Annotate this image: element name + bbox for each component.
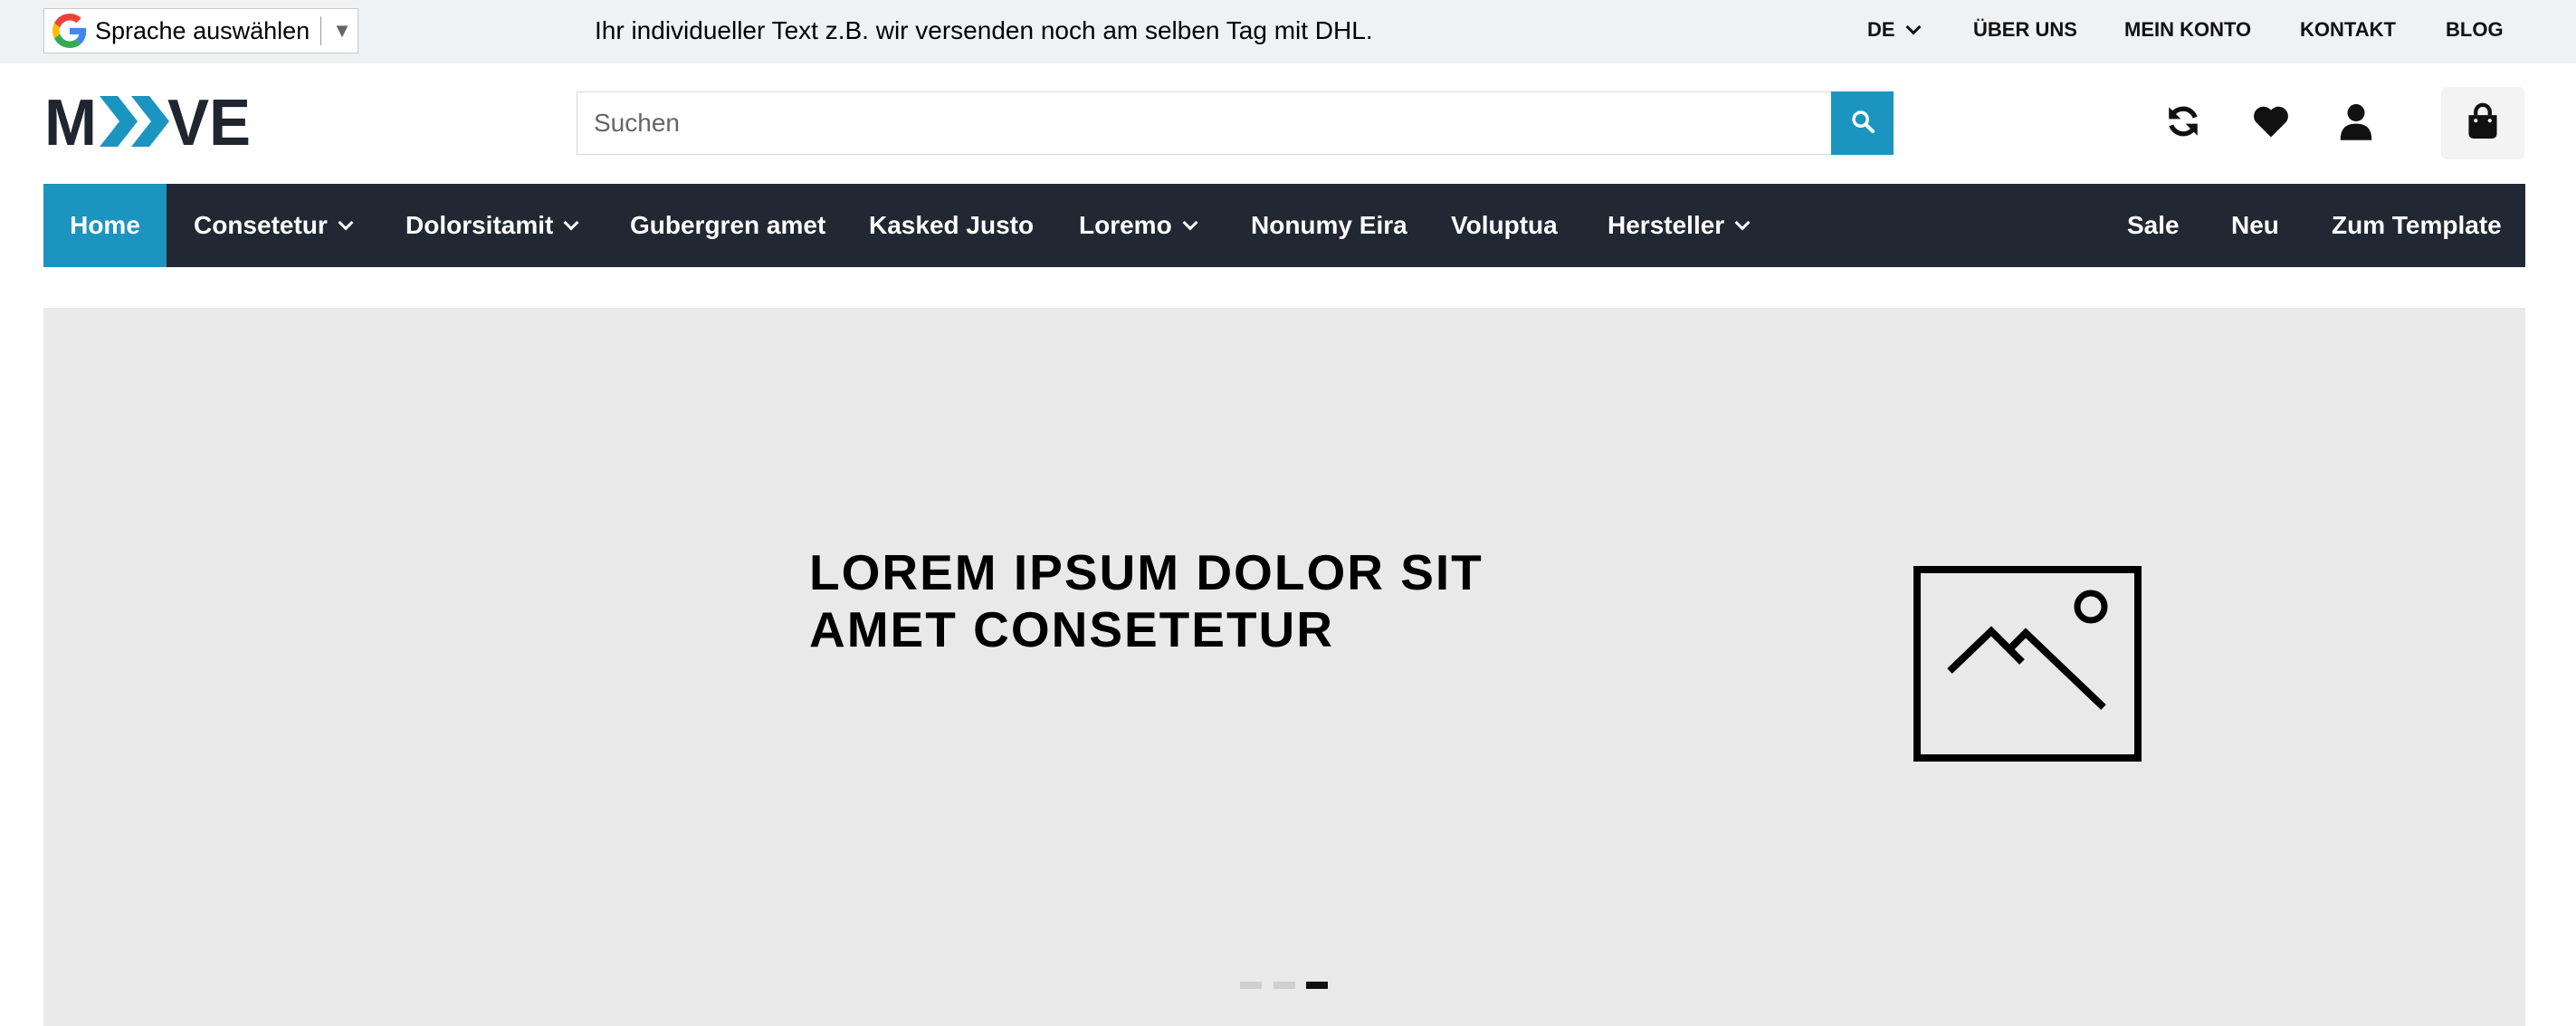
chevron-down-icon: [1182, 215, 1198, 231]
language-label: DE: [1867, 18, 1895, 41]
account-button[interactable]: [2334, 101, 2378, 145]
top-link-blog[interactable]: BLOG: [2446, 18, 2504, 42]
nav-item-voluptua[interactable]: Voluptua: [1451, 184, 1558, 267]
nav-item-hersteller[interactable]: Hersteller: [1608, 184, 1751, 267]
heart-icon: [2252, 103, 2290, 144]
nav-item-label: Hersteller: [1608, 211, 1725, 239]
chevron-down-icon: [338, 215, 354, 231]
nav-item-zum-template[interactable]: Zum Template: [2332, 184, 2502, 267]
site-logo[interactable]: M VE: [44, 87, 251, 159]
slider-dot-3[interactable]: [1306, 982, 1328, 989]
main-navigation: Home Consetetur Dolorsitamit Gubergren a…: [43, 184, 2525, 267]
chevron-down-icon: [1734, 215, 1751, 231]
nav-item-loremo[interactable]: Loremo: [1079, 184, 1198, 267]
language-select-label: Sprache auswählen: [95, 16, 310, 44]
user-icon: [2339, 102, 2373, 145]
slider-dot-1[interactable]: [1240, 982, 1262, 989]
top-link-mein-konto[interactable]: MEIN KONTO: [2124, 18, 2251, 42]
nav-item-label: Consetetur: [194, 211, 328, 239]
nav-item-dolorsitamit[interactable]: Dolorsitamit: [405, 184, 579, 267]
nav-item-home[interactable]: Home: [43, 184, 167, 267]
svg-text:VE: VE: [167, 94, 251, 149]
wishlist-button[interactable]: [2249, 101, 2293, 145]
nav-item-label: Zum Template: [2332, 211, 2502, 239]
chevron-down-icon: [563, 215, 579, 231]
divider: [320, 16, 322, 45]
nav-item-label: Gubergren amet: [630, 211, 826, 239]
top-link-kontakt[interactable]: KONTAKT: [2300, 18, 2396, 42]
nav-item-label: Home: [70, 211, 140, 239]
hero-slider[interactable]: LOREM IPSUM DOLOR SIT AMET CONSETETUR: [43, 308, 2525, 1026]
shopping-bag-icon: [2466, 102, 2500, 145]
dropdown-arrow-icon: ▼: [332, 19, 352, 42]
promo-text: Ihr individueller Text z.B. wir versende…: [595, 16, 1373, 44]
nav-item-label: Nonumy Eira: [1251, 211, 1407, 239]
nav-item-label: Loremo: [1079, 211, 1172, 239]
nav-item-label: Dolorsitamit: [405, 211, 554, 239]
search-icon: [1850, 109, 1875, 139]
hero-headline-line-1: LOREM IPSUM DOLOR SIT: [809, 544, 1484, 600]
cart-button[interactable]: [2441, 87, 2524, 159]
language-dropdown[interactable]: DE: [1867, 18, 1922, 42]
top-bar: Sprache auswählen ▼ Ihr individueller Te…: [0, 0, 2576, 63]
nav-item-consetetur[interactable]: Consetetur: [194, 184, 354, 267]
nav-item-kasked-justo[interactable]: Kasked Justo: [869, 184, 1034, 267]
nav-item-label: Sale: [2127, 211, 2180, 239]
hero-headline-line-2: AMET CONSETETUR: [809, 601, 1334, 657]
top-link-ueber-uns[interactable]: ÜBER UNS: [1973, 18, 2077, 42]
nav-item-gubergren-amet[interactable]: Gubergren amet: [630, 184, 825, 267]
nav-item-label: Neu: [2231, 211, 2279, 239]
nav-item-nonumy-eira[interactable]: Nonumy Eira: [1251, 184, 1407, 267]
search-input[interactable]: [577, 92, 1836, 154]
chevron-down-icon: [1905, 19, 1922, 35]
google-g-icon: [50, 11, 90, 51]
nav-item-label: Kasked Justo: [869, 211, 1035, 239]
slider-dot-2[interactable]: [1274, 982, 1295, 989]
image-placeholder-icon: [1913, 566, 2142, 766]
search-button[interactable]: [1831, 91, 1894, 155]
svg-text:M: M: [44, 94, 97, 149]
language-select-widget[interactable]: Sprache auswählen ▼: [43, 8, 358, 53]
refresh-icon: [2164, 102, 2202, 145]
nav-item-sale[interactable]: Sale: [2127, 184, 2180, 267]
nav-item-label: Voluptua: [1451, 211, 1558, 239]
compare-button[interactable]: [2161, 101, 2205, 145]
search-bar: [577, 91, 1894, 155]
nav-item-neu[interactable]: Neu: [2231, 184, 2279, 267]
